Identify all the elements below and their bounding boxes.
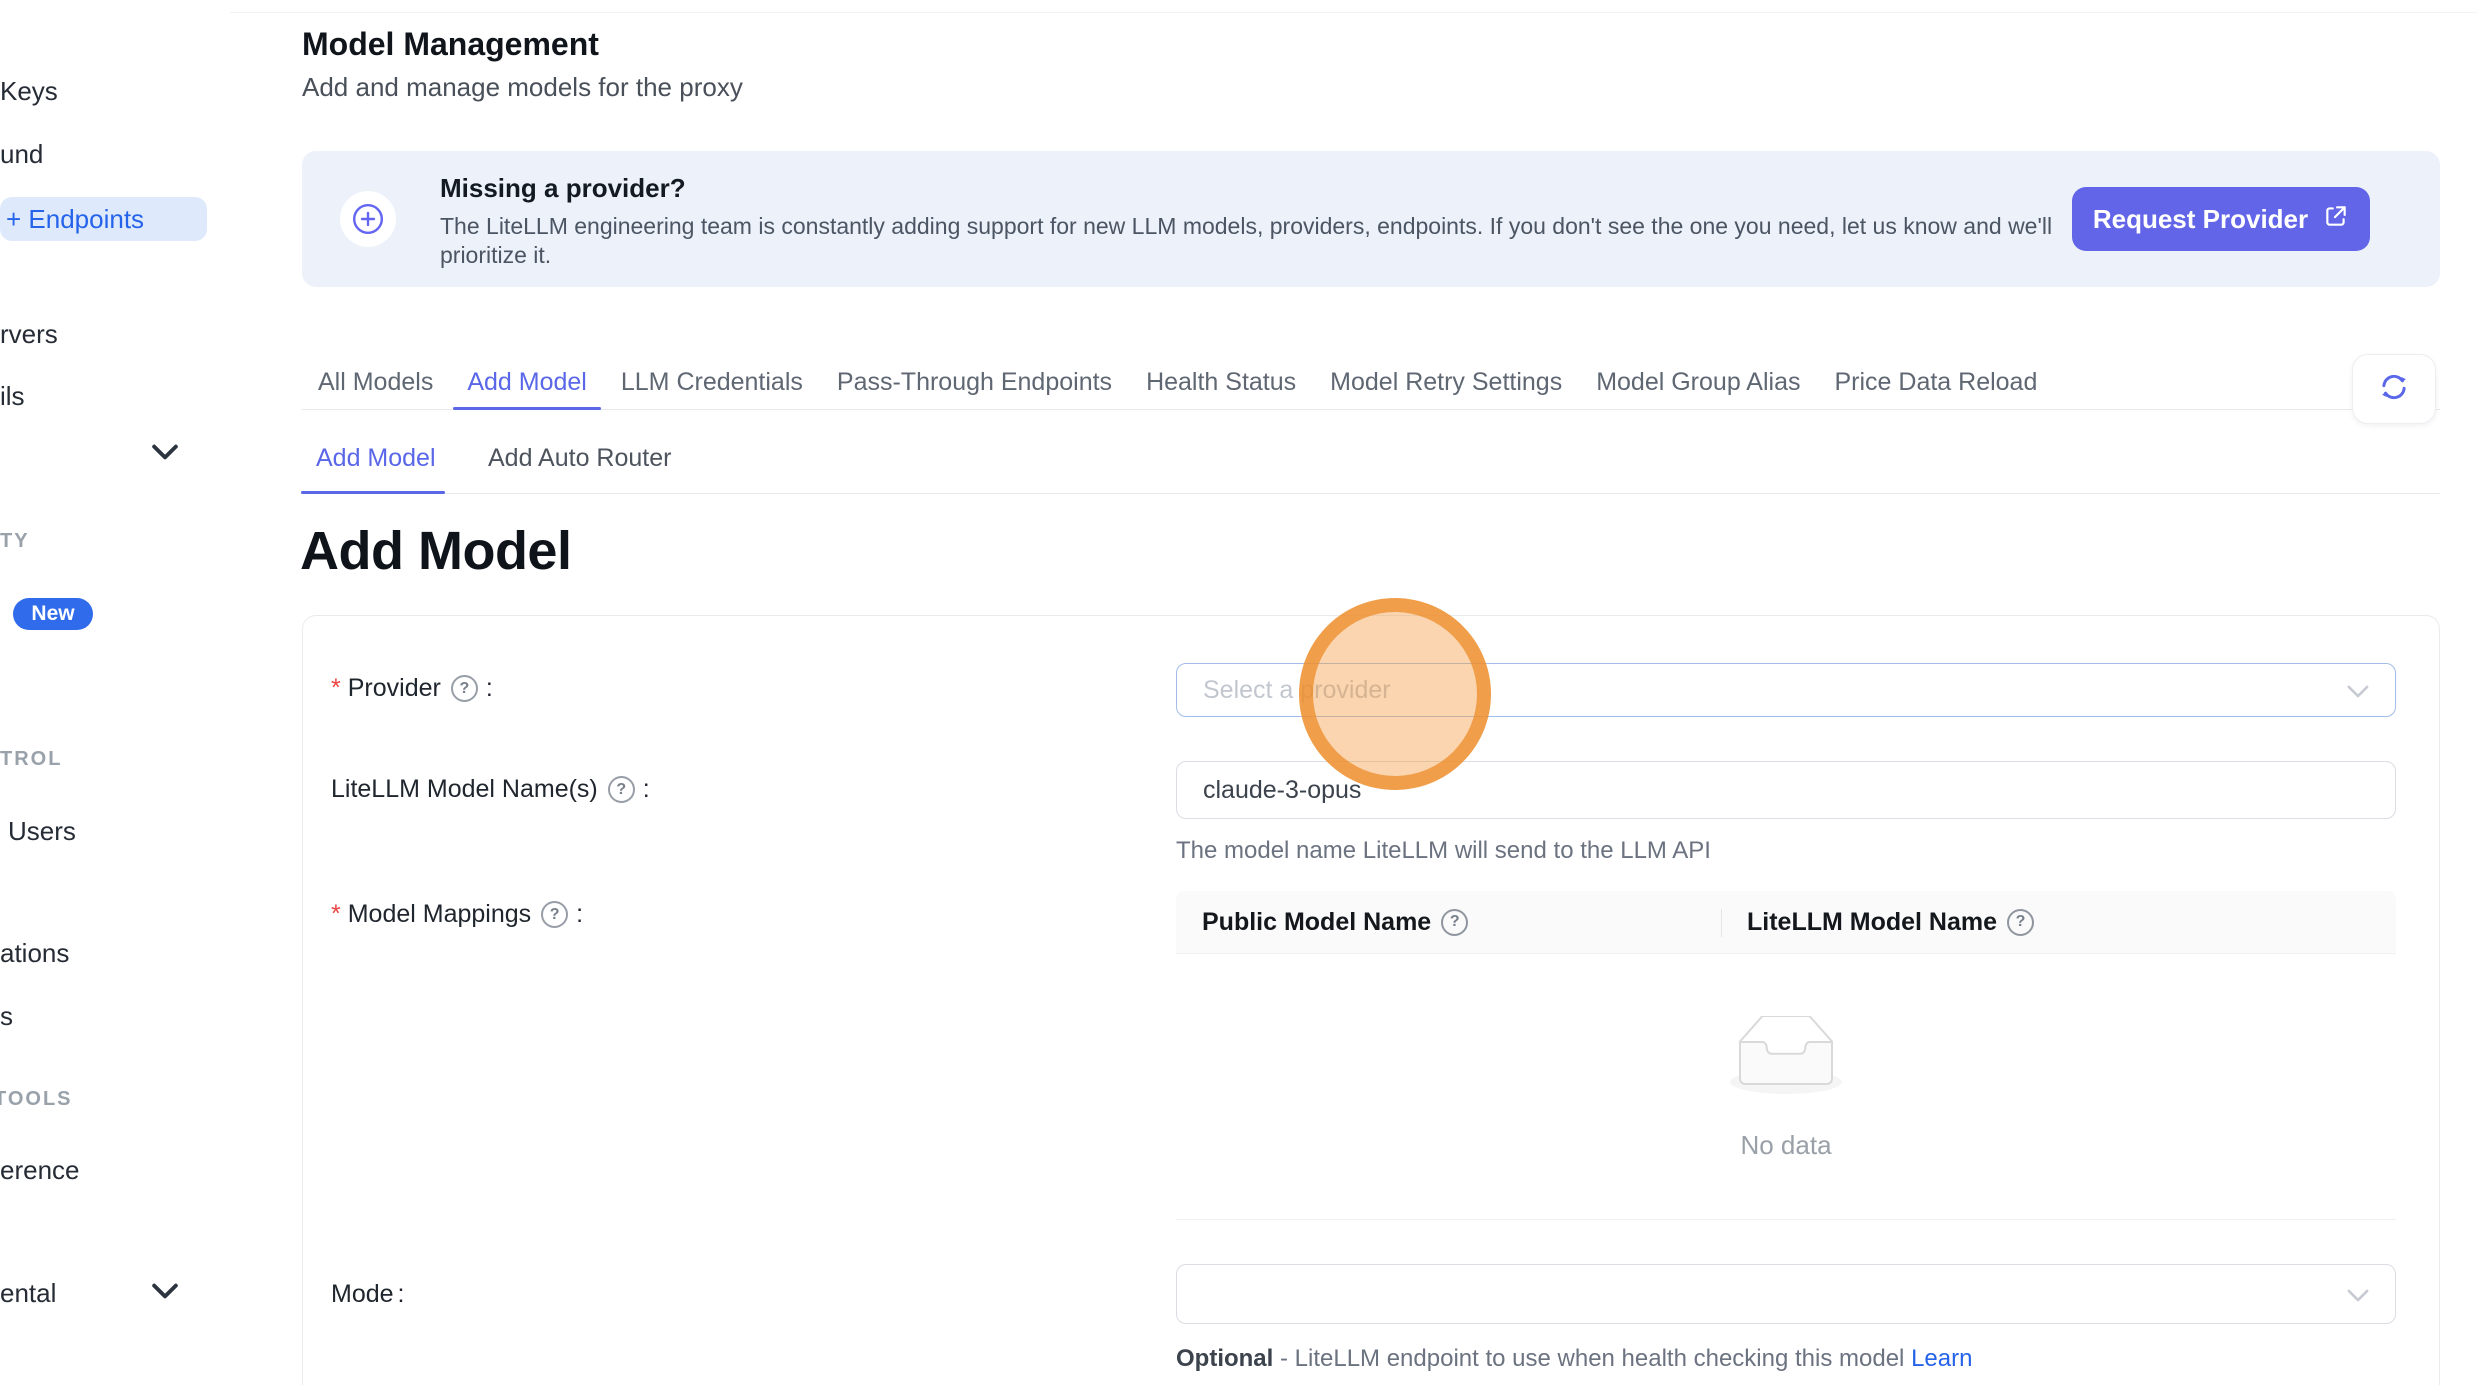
sidebar-item-experimental[interactable]: ental	[0, 1276, 56, 1310]
tab-model-retry-settings[interactable]: Model Retry Settings	[1328, 356, 1564, 409]
sidebar-section-header: TY	[0, 530, 30, 553]
sidebar-item-label: + Endpoints	[6, 202, 144, 236]
mode-help-bold: Optional	[1176, 1345, 1273, 1372]
required-marker: *	[331, 674, 341, 703]
label-colon: :	[643, 775, 650, 804]
plus-circle-icon	[340, 191, 396, 247]
tab-pass-through-endpoints[interactable]: Pass-Through Endpoints	[835, 356, 1114, 409]
sidebar-item-servers[interactable]: rvers	[0, 317, 58, 351]
provider-select[interactable]: Select a provider	[1176, 663, 2396, 717]
missing-provider-banner: Missing a provider? The LiteLLM engineer…	[302, 151, 2440, 287]
sidebar-item-internal-users[interactable]: Users	[8, 814, 76, 848]
request-provider-button[interactable]: Request Provider	[2072, 187, 2370, 251]
help-question-icon[interactable]: ?	[451, 675, 478, 702]
tab-llm-credentials[interactable]: LLM Credentials	[619, 356, 805, 409]
required-marker: *	[331, 900, 341, 929]
request-provider-label: Request Provider	[2093, 204, 2308, 235]
refresh-button[interactable]	[2352, 354, 2436, 424]
no-data-text: No data	[1740, 1130, 1831, 1161]
page-title: Model Management	[302, 26, 599, 63]
mode-select[interactable]	[1176, 1264, 2396, 1324]
help-question-icon[interactable]: ?	[2007, 909, 2034, 936]
model-name-value: claude-3-opus	[1203, 776, 1361, 805]
subtabs-divider	[302, 493, 2440, 494]
provider-label: * Provider ? :	[331, 674, 493, 703]
help-question-icon[interactable]: ?	[541, 901, 568, 928]
sidebar-item-api-reference[interactable]: erence	[0, 1153, 80, 1187]
model-tabs: All Models Add Model LLM Credentials Pas…	[302, 356, 2440, 410]
add-model-form-card: * Provider ? : Select a provider LiteLLM…	[302, 615, 2440, 1385]
sidebar-item-keys[interactable]: Keys	[0, 74, 58, 108]
label-colon: :	[576, 900, 583, 929]
model-name-input[interactable]: claude-3-opus	[1176, 761, 2396, 819]
help-question-icon[interactable]: ?	[608, 776, 635, 803]
column-header-public-model-name: Public Model Name ?	[1176, 891, 1721, 953]
subtab-add-model[interactable]: Add Model	[316, 444, 436, 473]
label-colon: :	[486, 674, 493, 703]
chevron-down-icon[interactable]	[152, 1283, 178, 1304]
banner-title: Missing a provider?	[440, 173, 686, 204]
provider-placeholder: Select a provider	[1203, 676, 1391, 705]
sidebar-item-models-endpoints[interactable]: + Endpoints	[0, 197, 207, 241]
help-question-icon[interactable]: ?	[1441, 909, 1468, 936]
page-subtitle: Add and manage models for the proxy	[302, 72, 743, 103]
provider-label-text: Provider	[348, 674, 441, 703]
tab-all-models[interactable]: All Models	[316, 356, 435, 409]
column-header-label: LiteLLM Model Name	[1747, 908, 1997, 937]
mode-help: Optional - LiteLLM endpoint to use when …	[1176, 1345, 1972, 1373]
tab-add-model[interactable]: Add Model	[465, 356, 589, 409]
tab-health-status[interactable]: Health Status	[1144, 356, 1298, 409]
sidebar-item-playground[interactable]: und	[0, 137, 43, 171]
refresh-icon	[2378, 371, 2410, 408]
sidebar-section-header: TROL	[0, 748, 62, 771]
subtab-add-auto-router[interactable]: Add Auto Router	[488, 444, 671, 473]
sidebar-item-teams[interactable]: s	[0, 999, 13, 1033]
model-name-label: LiteLLM Model Name(s) ? :	[331, 775, 650, 804]
sidebar-item-organizations[interactable]: ations	[0, 936, 69, 970]
external-link-icon	[2323, 203, 2349, 236]
label-colon: :	[398, 1280, 405, 1309]
banner-body: The LiteLLM engineering team is constant…	[440, 212, 2070, 270]
chevron-down-icon	[2347, 676, 2369, 705]
model-mappings-table: Public Model Name ? LiteLLM Model Name ?	[1176, 891, 2396, 1220]
model-mappings-label-text: Model Mappings	[348, 900, 531, 929]
mode-label: Mode :	[331, 1280, 405, 1309]
subtab-active-underline	[301, 491, 445, 494]
add-model-heading: Add Model	[300, 520, 571, 582]
chevron-down-icon	[2347, 1280, 2369, 1309]
app-root: Keys und + Endpoints rvers ils TY New TR…	[0, 0, 2477, 1385]
mode-label-text: Mode	[331, 1280, 394, 1309]
new-badge-label: New	[31, 602, 74, 626]
new-badge: New	[13, 598, 93, 630]
table-header-row: Public Model Name ? LiteLLM Model Name ?	[1176, 891, 2396, 954]
top-divider	[230, 12, 2477, 13]
column-header-litellm-model-name: LiteLLM Model Name ?	[1721, 891, 2396, 953]
model-name-help: The model name LiteLLM will send to the …	[1176, 837, 1711, 865]
chevron-down-icon[interactable]	[152, 444, 178, 465]
table-empty-body: No data	[1176, 954, 2396, 1220]
sidebar-item-guardrails[interactable]: ils	[0, 379, 25, 413]
learn-link[interactable]: Learn	[1911, 1345, 1972, 1372]
model-mappings-label: * Model Mappings ? :	[331, 900, 583, 929]
tab-price-data-reload[interactable]: Price Data Reload	[1832, 356, 2039, 409]
column-header-label: Public Model Name	[1202, 908, 1431, 937]
mode-help-rest: - LiteLLM endpoint to use when health ch…	[1273, 1345, 1911, 1372]
empty-inbox-icon	[1722, 1016, 1850, 1103]
sidebar-section-header: TOOLS	[0, 1088, 73, 1111]
tab-model-group-alias[interactable]: Model Group Alias	[1594, 356, 1802, 409]
model-name-label-text: LiteLLM Model Name(s)	[331, 775, 598, 804]
